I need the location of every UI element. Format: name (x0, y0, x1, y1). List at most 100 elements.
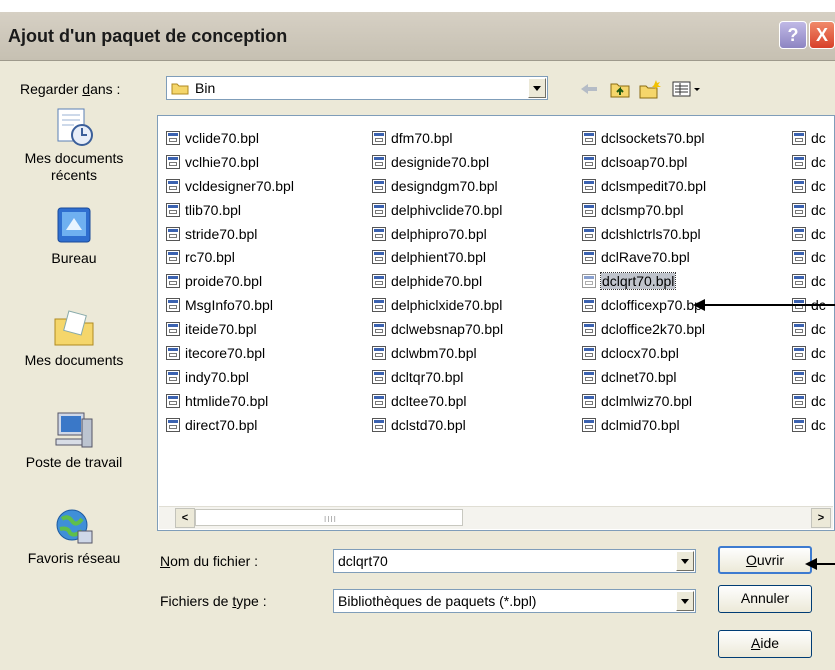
file-item[interactable]: delphient70.bpl (370, 246, 503, 270)
file-item[interactable]: dc (790, 223, 826, 247)
file-item[interactable]: designdgm70.bpl (370, 175, 503, 199)
file-item[interactable]: dc (790, 366, 826, 390)
file-item[interactable]: dc (790, 151, 826, 175)
look-in-dropdown-button[interactable] (528, 78, 546, 98)
file-item[interactable]: dclmlwiz70.bpl (580, 390, 706, 414)
file-name: dclocx70.bpl (601, 345, 679, 362)
package-file-icon (166, 202, 180, 217)
filetype-dropdown-button[interactable] (676, 591, 694, 611)
package-file-icon (792, 154, 806, 169)
open-button[interactable]: Ouvrir (718, 546, 812, 574)
file-item[interactable]: dclocx70.bpl (580, 342, 706, 366)
filename-input[interactable]: dclqrt70 (333, 549, 696, 573)
file-item[interactable]: dfm70.bpl (370, 127, 503, 151)
file-item[interactable]: dc (790, 246, 826, 270)
file-item[interactable]: dcltee70.bpl (370, 390, 503, 414)
scroll-left-button[interactable]: < (175, 508, 195, 528)
file-name: designide70.bpl (391, 153, 490, 170)
file-item[interactable]: dcltqr70.bpl (370, 366, 503, 390)
file-item[interactable]: tlib70.bpl (164, 199, 294, 223)
package-file-icon (372, 274, 386, 289)
scroll-right-button[interactable]: > (811, 508, 831, 528)
package-file-icon (372, 298, 386, 313)
file-item-selected[interactable]: dclqrt70.bpl (580, 270, 706, 294)
look-in-combobox[interactable]: Bin (166, 76, 548, 100)
file-item[interactable]: vclide70.bpl (164, 127, 294, 151)
file-item[interactable]: dc (790, 342, 826, 366)
back-arrow-icon[interactable] (578, 79, 600, 99)
file-item[interactable]: dclmid70.bpl (580, 414, 706, 438)
file-item[interactable]: dclnet70.bpl (580, 366, 706, 390)
file-item[interactable]: iteide70.bpl (164, 318, 294, 342)
file-item[interactable]: delphiclxide70.bpl (370, 294, 503, 318)
place-recent-documents[interactable]: Mes documents récents (4, 105, 144, 184)
file-item[interactable]: dc (790, 294, 826, 318)
close-button[interactable]: X (809, 21, 835, 49)
help-button[interactable]: Aide (718, 630, 812, 658)
title-help-button[interactable]: ? (779, 21, 807, 49)
package-file-icon (166, 417, 180, 432)
file-name: dc (811, 345, 826, 362)
file-item[interactable]: dclshlctrls70.bpl (580, 223, 706, 247)
file-item[interactable]: indy70.bpl (164, 366, 294, 390)
scroll-grip: IIII (324, 515, 337, 524)
file-item[interactable]: htmlide70.bpl (164, 390, 294, 414)
file-item[interactable]: dclsmp70.bpl (580, 199, 706, 223)
file-item[interactable]: dclsockets70.bpl (580, 127, 706, 151)
file-item[interactable]: dc (790, 414, 826, 438)
new-folder-icon[interactable] (639, 79, 661, 99)
file-item[interactable]: dclofficexp70.bpl (580, 294, 706, 318)
file-item[interactable]: dc (790, 318, 826, 342)
file-item[interactable]: dc (790, 127, 826, 151)
file-item[interactable]: vcldesigner70.bpl (164, 175, 294, 199)
package-file-icon (166, 369, 180, 384)
dialog-title: Ajout d'un paquet de conception (8, 26, 288, 46)
package-file-icon (166, 298, 180, 313)
file-name: dclwbm70.bpl (391, 345, 477, 362)
file-item[interactable]: dc (790, 175, 826, 199)
scroll-thumb[interactable]: IIII (195, 509, 463, 526)
file-name: dclofficexp70.bpl (601, 297, 706, 314)
chevron-down-icon (681, 559, 689, 564)
file-item[interactable]: itecore70.bpl (164, 342, 294, 366)
file-item[interactable]: proide70.bpl (164, 270, 294, 294)
place-my-documents[interactable]: Mes documents (4, 307, 144, 369)
file-item[interactable]: dclstd70.bpl (370, 414, 503, 438)
file-item[interactable]: dclwebsnap70.bpl (370, 318, 503, 342)
file-name: delphiclxide70.bpl (391, 297, 503, 314)
file-item[interactable]: MsgInfo70.bpl (164, 294, 294, 318)
filetype-select[interactable]: Bibliothèques de paquets (*.bpl) (333, 589, 696, 613)
file-item[interactable]: dc (790, 390, 826, 414)
file-item[interactable]: vclhie70.bpl (164, 151, 294, 175)
place-network[interactable]: Favoris réseau (4, 505, 144, 567)
file-item[interactable]: dcloffice2k70.bpl (580, 318, 706, 342)
cancel-button[interactable]: Annuler (718, 585, 812, 613)
package-file-icon (792, 346, 806, 361)
file-item[interactable]: dclwbm70.bpl (370, 342, 503, 366)
package-file-icon (582, 154, 596, 169)
file-item[interactable]: dc (790, 199, 826, 223)
place-my-computer[interactable]: Poste de travail (4, 409, 144, 471)
file-item[interactable]: stride70.bpl (164, 223, 294, 247)
file-item[interactable]: delphipro70.bpl (370, 223, 503, 247)
file-list[interactable]: vclide70.bpl vclhie70.bpl vcldesigner70.bp… (157, 115, 835, 531)
title-bar[interactable]: Ajout d'un paquet de conception ? X (0, 12, 835, 61)
file-item[interactable]: delphide70.bpl (370, 270, 503, 294)
file-name: dfm70.bpl (391, 130, 453, 146)
file-item[interactable]: designide70.bpl (370, 151, 503, 175)
file-name: delphivclide70.bpl (391, 201, 503, 218)
file-item[interactable]: dclRave70.bpl (580, 246, 706, 270)
file-item[interactable]: dclsoap70.bpl (580, 151, 706, 175)
file-item[interactable]: dc (790, 270, 826, 294)
file-item[interactable]: dclsmpedit70.bpl (580, 175, 706, 199)
filename-dropdown-button[interactable] (676, 551, 694, 571)
place-desktop[interactable]: Bureau (4, 205, 144, 267)
views-menu-icon[interactable] (672, 79, 702, 99)
file-item[interactable]: rc70.bpl (164, 246, 294, 270)
file-item[interactable]: direct70.bpl (164, 414, 294, 438)
horizontal-scrollbar[interactable]: < IIII > (159, 506, 833, 529)
file-item[interactable]: delphivclide70.bpl (370, 199, 503, 223)
file-column-4: dc dc dc dc dc dc dc dc dc dc dc dc dc (790, 127, 826, 438)
chevron-down-icon (533, 86, 541, 91)
up-folder-icon[interactable] (610, 79, 630, 99)
